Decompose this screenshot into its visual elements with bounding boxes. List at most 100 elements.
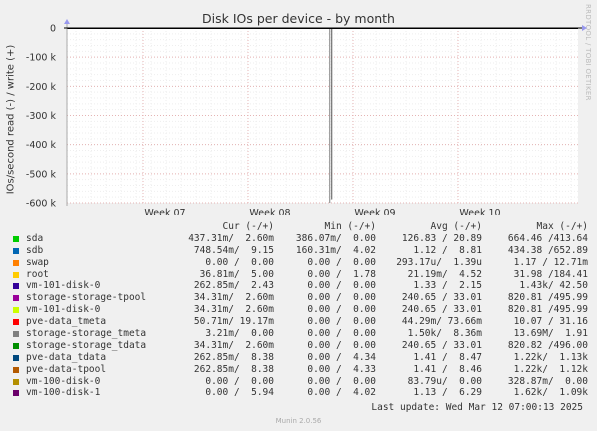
legend-swatch (13, 390, 19, 397)
y-axis-ticks: 0 -100 k -200 k -300 k -400 k -500 k -600 k (26, 24, 57, 210)
legend-max: 1.62k/ 1.09k (513, 387, 588, 399)
legend-min: 386.07m/ 0.00 (295, 232, 376, 244)
legend-avg: 1.12 / 8.81 (413, 244, 482, 256)
legend-min: 0.00 / 1.78 (307, 268, 376, 280)
x-axis-ticks: Week 07 Week 08 Week 09 Week 10 (144, 208, 500, 215)
legend-min: 0.00 / 4.02 (307, 387, 376, 399)
legend-avg: 1.41 / 8.46 (413, 363, 482, 375)
legend-series-name: pve-data_tdata (26, 351, 107, 363)
legend-series-name: storage-storage-tpool (26, 292, 147, 304)
legend-item: vm-100-disk-0 0.00 / 0.00 0.00 / 0.00 83.79… (10, 376, 592, 388)
legend-max: 1.22k/ 1.12k (513, 363, 588, 375)
legend-min: 0.00 / 0.00 (307, 339, 376, 351)
legend-min: 0.00 / 4.33 (307, 363, 376, 375)
legend-item: storage-storage-tpool 34.31m/ 2.60m 0.00 /… (10, 292, 592, 304)
legend-min: 0.00 / 0.00 (307, 280, 376, 292)
legend-min: 0.00 / 4.34 (307, 351, 376, 363)
legend-swatch (13, 283, 19, 290)
legend-item: storage-storage_tdata 34.31m/ 2.60m 0.00 /… (10, 340, 592, 352)
legend-series-name: vm-100-disk-0 (26, 375, 101, 387)
legend-item: vm-101-disk-0 262.85m/ 2.43 0.00 / 0.00 1.3… (10, 280, 592, 292)
legend-cur: 0.00 / 0.00 (205, 256, 274, 268)
legend-max: 1.43k/ 42.50 (519, 280, 588, 292)
legend-cur: 0.00 / 5.94 (205, 387, 274, 399)
legend-item: storage-storage_tmeta 3.21m/ 0.00 0.00 / 0… (10, 328, 592, 340)
y-tick-label: -400 k (26, 140, 57, 151)
legend-swatch (13, 342, 19, 349)
y-tick-label: -600 k (26, 199, 57, 210)
legend-swatch (13, 366, 19, 373)
legend-swatch (13, 271, 19, 278)
legend-avg: 44.29m/ 73.66m (401, 316, 482, 328)
legend-series-name: pve-data_tmeta (26, 316, 107, 328)
legend-swatch (13, 331, 19, 338)
legend-swatch (13, 247, 19, 254)
legend-avg: 293.17u/ 1.39u (396, 256, 482, 268)
legend-max: 434.38 /652.89 (507, 244, 588, 256)
legend-max: 328.87m/ 0.00 (507, 375, 588, 387)
legend-min: 0.00 / 0.00 (307, 375, 376, 387)
legend-swatch (13, 319, 19, 326)
legend-max: 820.82 /496.00 (507, 339, 588, 351)
legend-swatch (13, 307, 19, 314)
y-tick-label: -200 k (26, 82, 57, 93)
legend-min: 0.00 / 0.00 (307, 256, 376, 268)
legend-min: 160.31m/ 4.02 (295, 244, 376, 256)
y-tick-label: 0 (50, 24, 56, 35)
y-tick-label: -500 k (26, 169, 57, 180)
legend-cur: 34.31m/ 2.60m (193, 292, 274, 304)
legend-avg: 1.33 / 2.15 (413, 280, 482, 292)
legend-cur: 748.54m/ 9.15 (193, 244, 274, 256)
legend-cur: 50.71m/ 19.17m (193, 316, 274, 328)
legend-series-name: storage-storage_tmeta (26, 328, 147, 340)
legend-swatch (13, 378, 19, 385)
legend-series-name: sdb (26, 244, 44, 256)
legend-avg: 126.83 / 20.89 (401, 232, 482, 244)
legend-cur: 34.31m/ 2.60m (193, 304, 274, 316)
legend-header-avg: Avg (-/+) (430, 221, 482, 232)
legend-series-name: swap (26, 256, 49, 268)
legend-max: 31.98 /184.41 (513, 268, 588, 280)
legend-min: 0.00 / 0.00 (307, 304, 376, 316)
legend-swatch (13, 259, 19, 266)
legend-item: sda 437.31m/ 2.60m 386.07m/ 0.00 126.83 / 2… (10, 233, 592, 245)
legend-item: pve-data_tmeta 50.71m/ 19.17m 0.00 / 0.00 4… (10, 316, 592, 328)
legend-max: 1.17 / 12.71m (513, 256, 588, 268)
legend-header-cur: Cur (-/+) (222, 221, 274, 232)
legend-avg: 83.79u/ 0.00 (407, 375, 482, 387)
legend-series-name: root (26, 268, 49, 280)
x-axis-arrow (582, 25, 587, 31)
munin-version: Munin 2.0.56 (275, 417, 322, 425)
legend-series-name: vm-100-disk-1 (26, 387, 101, 399)
legend-min: 0.00 / 0.00 (307, 316, 376, 328)
x-tick-label: Week 10 (459, 208, 500, 215)
legend-item: swap 0.00 / 0.00 0.00 / 0.00 293.17u/ 1.39u… (10, 257, 592, 269)
y-axis-arrow (64, 19, 70, 24)
legend: Cur (-/+) Min (-/+) Avg (-/+) Max (-/+) … (10, 221, 592, 399)
legend-item: sdb 748.54m/ 9.15 160.31m/ 4.02 1.12 / 8.81… (10, 245, 592, 257)
legend-max: 664.46 /413.64 (507, 232, 588, 244)
legend-series-name: vm-101-disk-0 (26, 280, 101, 292)
legend-cur: 0.00 / 0.00 (205, 375, 274, 387)
legend-avg: 1.50k/ 8.36m (407, 328, 482, 340)
legend-swatch (13, 235, 19, 242)
legend-cur: 262.85m/ 2.43 (193, 280, 274, 292)
legend-cur: 437.31m/ 2.60m (188, 232, 274, 244)
y-tick-label: -300 k (26, 111, 57, 122)
y-tick-label: -100 k (26, 53, 57, 64)
legend-max: 13.69M/ 1.91 (513, 328, 588, 340)
legend-series-name: vm-101-disk-0 (26, 304, 101, 316)
legend-series-name: storage-storage_tdata (26, 339, 147, 351)
legend-avg: 240.65 / 33.01 (401, 304, 482, 316)
legend-item: pve-data-tpool 262.85m/ 8.38 0.00 / 4.33 1.… (10, 364, 592, 376)
legend-item: vm-100-disk-1 0.00 / 5.94 0.00 / 4.02 1.13 … (10, 387, 592, 399)
legend-max: 10.07 / 31.16 (513, 316, 588, 328)
legend-item: root 36.81m/ 5.00 0.00 / 1.78 21.19m/ 4.52 3… (10, 269, 592, 281)
legend-max: 820.81 /495.99 (507, 292, 588, 304)
legend-min: 0.00 / 0.00 (307, 292, 376, 304)
legend-rows: sda 437.31m/ 2.60m 386.07m/ 0.00 126.83 / 2… (10, 233, 592, 399)
legend-avg: 240.65 / 33.01 (401, 339, 482, 351)
legend-header: Cur (-/+) Min (-/+) Avg (-/+) Max (-/+) (10, 221, 592, 233)
legend-item: pve-data_tdata 262.85m/ 8.38 0.00 / 4.34 1.… (10, 352, 592, 364)
legend-header-min: Min (-/+) (324, 221, 376, 232)
